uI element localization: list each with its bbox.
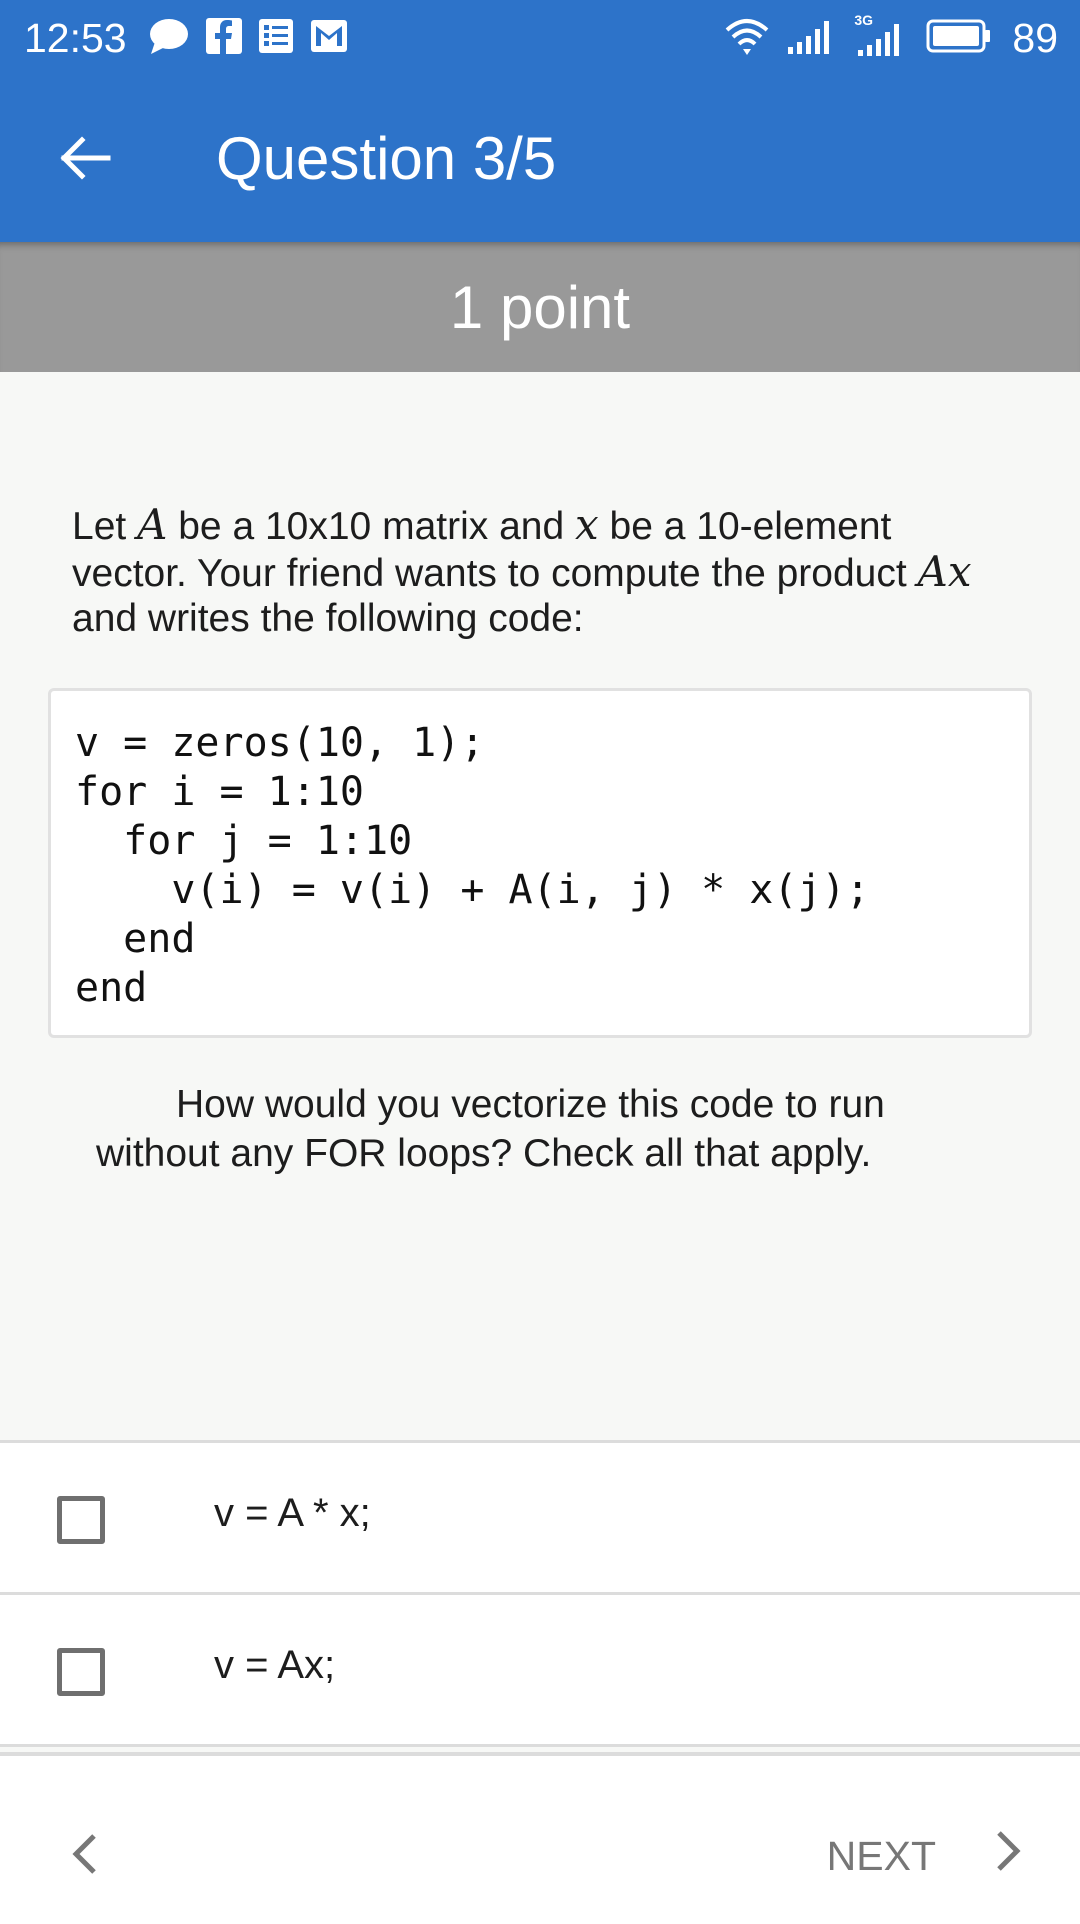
arrow-left-icon (56, 134, 112, 187)
answer-option[interactable]: v = A * x; (0, 1443, 1080, 1595)
code-line: v(i) = v(i) + A(i, j) * x(j); (75, 867, 870, 913)
battery-icon (926, 18, 992, 59)
wifi-icon (724, 16, 770, 61)
points-label: 1 point (449, 273, 631, 341)
battery-level: 89 (1012, 14, 1058, 61)
question-text-part: be a 10x10 matrix and (167, 505, 575, 548)
previous-button[interactable] (56, 1828, 112, 1884)
signal-3g-icon: 3G (854, 12, 910, 58)
signal-icon (786, 17, 838, 60)
option-label: v = Ax; (214, 1643, 336, 1687)
system-icons: 3G 89 (724, 12, 1058, 62)
status-bar: 12:53 3G 89 (0, 0, 1080, 76)
points-banner: 1 point (0, 242, 1080, 372)
question-prompt: How would you vectorize this code to run… (96, 1083, 885, 1175)
app-bar: Question 3/5 (0, 76, 1080, 242)
code-block: v = zeros(10, 1); for i = 1:10 for j = 1… (48, 688, 1032, 1038)
math-expression-ax: Ax (917, 547, 972, 596)
chat-bubble-icon (147, 16, 191, 61)
math-variable-a: A (137, 500, 168, 549)
math-variable-x: x (574, 500, 599, 549)
news-icon (257, 17, 295, 60)
question-text-part: Let (72, 505, 138, 548)
code-line: for j = 1:10 (75, 818, 413, 864)
page-title: Question 3/5 (216, 125, 557, 192)
checkbox[interactable] (57, 1496, 105, 1544)
chevron-right-icon (994, 1829, 1024, 1883)
code-line: end (75, 916, 196, 962)
checkbox[interactable] (57, 1648, 105, 1696)
code-line: end (75, 965, 148, 1011)
gmail-icon (309, 18, 349, 59)
bottom-navigation: NEXT (0, 1752, 1080, 1924)
notification-icons (147, 16, 349, 61)
back-button[interactable] (52, 128, 116, 192)
option-label: v = A * x; (214, 1491, 371, 1535)
next-button[interactable]: NEXT (827, 1824, 1024, 1888)
answer-options: v = A * x; v = Ax; (0, 1440, 1080, 1747)
facebook-icon (205, 17, 243, 60)
question-text: Let A be a 10x10 matrix and x be a 10-el… (72, 502, 972, 641)
chevron-left-icon (69, 1832, 99, 1881)
status-time: 12:53 (24, 14, 127, 61)
code-line: for i = 1:10 (75, 769, 364, 815)
code-line: v = zeros(10, 1); (75, 720, 485, 766)
network-type-label: 3G (854, 12, 874, 28)
answer-option[interactable]: v = Ax; (0, 1595, 1080, 1747)
next-label: NEXT (826, 1832, 936, 1879)
question-text-part: and writes the following code: (72, 597, 584, 640)
